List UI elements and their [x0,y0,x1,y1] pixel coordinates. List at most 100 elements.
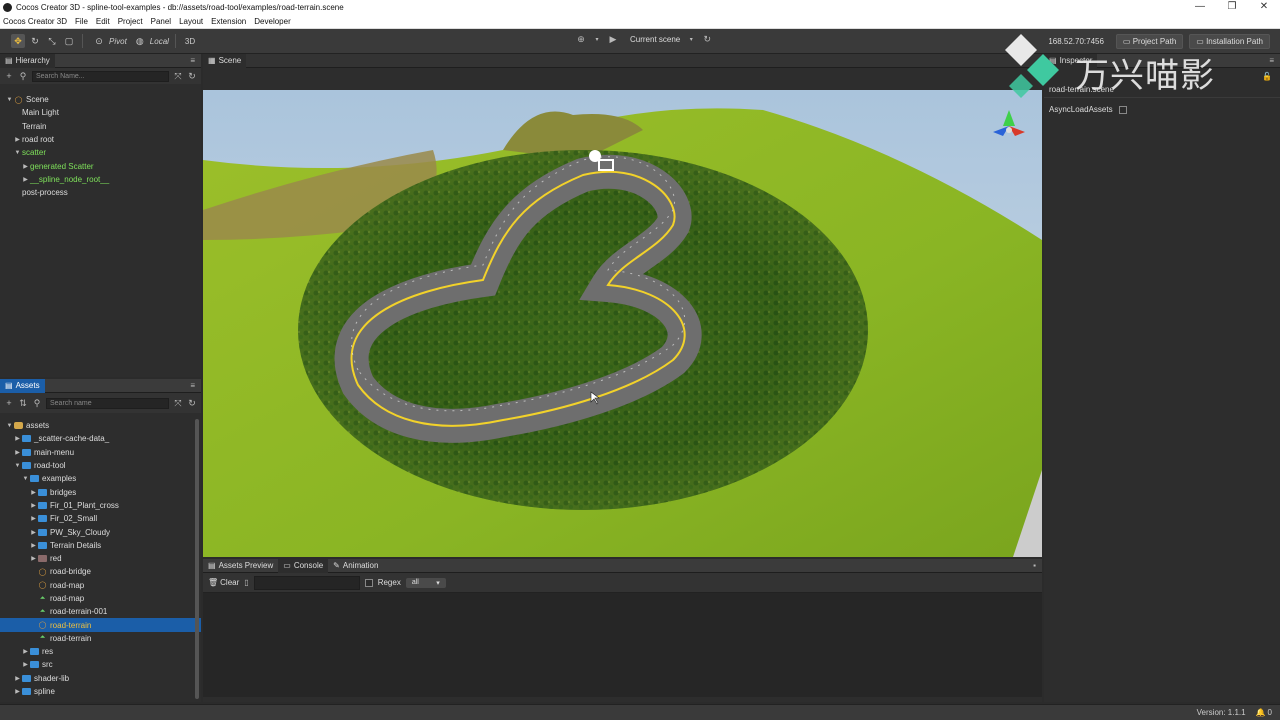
tab-hierarchy[interactable]: ▤ Hierarchy [0,53,55,68]
menu-cocos[interactable]: Cocos Creator 3D [3,17,67,26]
search-icon[interactable]: ⚲ [18,71,28,82]
collapse-arrow-icon[interactable]: ▶ [29,542,38,549]
pivot-label[interactable]: Pivot [109,37,127,46]
refresh-icon[interactable]: ↻ [187,71,197,82]
file-icon[interactable]: ▯ [244,578,248,587]
hierarchy-item[interactable]: ▼ scatter [0,146,201,159]
dropdown-arrow-icon[interactable]: ▾ [592,36,602,43]
pivot-icon[interactable]: ⊙ [92,34,106,48]
expand-arrow-icon[interactable]: ▼ [5,97,14,103]
collapse-arrow-icon[interactable]: ▶ [13,435,22,442]
collapse-icon[interactable]: ⤧ [173,71,183,82]
assets-item[interactable]: ◯ road-map [0,579,201,592]
sort-icon[interactable]: ⇅ [18,398,28,409]
tab-scene[interactable]: ▦ Scene [203,53,247,68]
menu-layout[interactable]: Layout [179,17,203,26]
tab-console[interactable]: ▭ Console [278,558,329,573]
menu-panel[interactable]: Panel [151,17,171,26]
log-level-select[interactable]: all ▾ [405,577,446,588]
assets-scrollbar[interactable] [195,419,199,699]
refresh-icon[interactable]: ↻ [702,34,712,45]
assets-item[interactable]: ▶ shader-lib [0,672,201,685]
notifications[interactable]: 🔔 0 [1256,708,1272,717]
collapse-arrow-icon[interactable]: ▶ [29,529,38,536]
hierarchy-item[interactable]: ▶ generated Scatter [0,159,201,172]
assets-item[interactable]: ▶ res [0,645,201,658]
inspector-menu-icon[interactable]: ≡ [1269,56,1274,65]
collapse-arrow-icon[interactable]: ▶ [21,648,30,655]
hierarchy-item[interactable]: ▼ ◯ Scene [0,93,201,106]
expand-arrow-icon[interactable]: ▼ [21,476,30,482]
assets-item[interactable]: ▶ _scatter-cache-data_ [0,432,201,445]
hierarchy-menu-icon[interactable]: ≡ [190,56,195,65]
collapse-arrow-icon[interactable]: ▶ [21,661,30,668]
lock-icon[interactable]: 🔓 [1262,72,1272,81]
assets-item[interactable]: ▼ examples [0,472,201,485]
assets-item[interactable]: ▶ src [0,658,201,671]
tab-animation[interactable]: ✎ Animation [328,559,383,573]
mode-3d-toggle[interactable]: 3D [185,37,195,46]
move-tool-icon[interactable]: ✥ [11,34,25,48]
assets-item[interactable]: ▶ Fir_01_Plant_cross [0,499,201,512]
assets-menu-icon[interactable]: ≡ [190,381,195,390]
tab-assets-preview[interactable]: ▤ Assets Preview [203,559,278,573]
local-icon[interactable]: ◍ [133,34,147,48]
assets-item[interactable]: ⏶ road-terrain [0,632,201,645]
assets-item[interactable]: ▶ spline [0,685,201,698]
assets-item[interactable]: ⏶ road-terrain-001 [0,605,201,618]
collapse-arrow-icon[interactable]: ▶ [29,555,38,562]
refresh-icon[interactable]: ↻ [187,398,197,409]
restore-button[interactable]: ❐ [1216,0,1248,15]
maximize-icon[interactable]: ▪ [1033,561,1036,570]
menu-developer[interactable]: Developer [254,17,290,26]
globe-icon[interactable]: ⊕ [576,34,586,45]
collapse-arrow-icon[interactable]: ▶ [13,136,22,143]
collapse-arrow-icon[interactable]: ▶ [21,163,30,170]
assets-item[interactable]: ▶ Terrain Details [0,539,201,552]
assets-item[interactable]: ▶ red [0,552,201,565]
assets-item[interactable]: ⏶ road-map [0,592,201,605]
menu-project[interactable]: Project [118,17,143,26]
hierarchy-item[interactable]: Main Light [0,106,201,119]
hierarchy-item[interactable]: ▶ road root [0,133,201,146]
expand-arrow-icon[interactable]: ▼ [5,423,14,429]
assets-search-input[interactable]: Search name [46,397,169,409]
rect-tool-icon[interactable]: ▢ [62,34,76,48]
add-icon[interactable]: + [4,71,14,81]
collapse-arrow-icon[interactable]: ▶ [21,176,30,183]
collapse-arrow-icon[interactable]: ▶ [13,449,22,456]
console-filter-input[interactable] [253,575,360,590]
assets-item[interactable]: ▼ assets [0,419,201,432]
expand-arrow-icon[interactable]: ▼ [13,150,22,156]
assets-item[interactable]: ▶ PW_Sky_Cloudy [0,525,201,538]
hierarchy-item[interactable]: Terrain [0,120,201,133]
collapse-arrow-icon[interactable]: ▶ [29,489,38,496]
hierarchy-search-input[interactable]: Search Name... [32,70,169,82]
scale-tool-icon[interactable]: ⤡ [45,34,59,48]
add-icon[interactable]: + [4,398,14,408]
menu-extension[interactable]: Extension [211,17,246,26]
assets-item[interactable]: ◯ road-bridge [0,565,201,578]
scene-viewport[interactable] [203,90,1042,557]
play-icon[interactable]: ▶ [608,34,618,45]
hierarchy-item[interactable]: post-process [0,186,201,199]
scene-select[interactable]: Current scene [630,35,680,44]
assets-item[interactable]: ▼ road-tool [0,459,201,472]
rotate-tool-icon[interactable]: ↻ [28,34,42,48]
close-button[interactable]: ✕ [1248,0,1280,15]
assets-item[interactable]: ▶ main-menu [0,446,201,459]
assets-item[interactable]: ▶ Fir_02_Small [0,512,201,525]
collapse-arrow-icon[interactable]: ▶ [29,502,38,509]
minimize-button[interactable]: — [1184,0,1216,15]
hierarchy-item[interactable]: ▶ __spline_node_root__ [0,173,201,186]
menu-file[interactable]: File [75,17,88,26]
menu-edit[interactable]: Edit [96,17,110,26]
clear-button[interactable]: 🗑 Clear [208,578,239,587]
assets-item[interactable]: ◯ road-terrain [0,618,201,632]
scene-render[interactable] [203,90,1042,557]
collapse-icon[interactable]: ⤧ [173,398,183,409]
regex-checkbox[interactable] [364,578,373,587]
collapse-arrow-icon[interactable]: ▶ [13,688,22,695]
chevron-down-icon[interactable]: ▾ [686,36,696,43]
local-label[interactable]: Local [150,37,169,46]
